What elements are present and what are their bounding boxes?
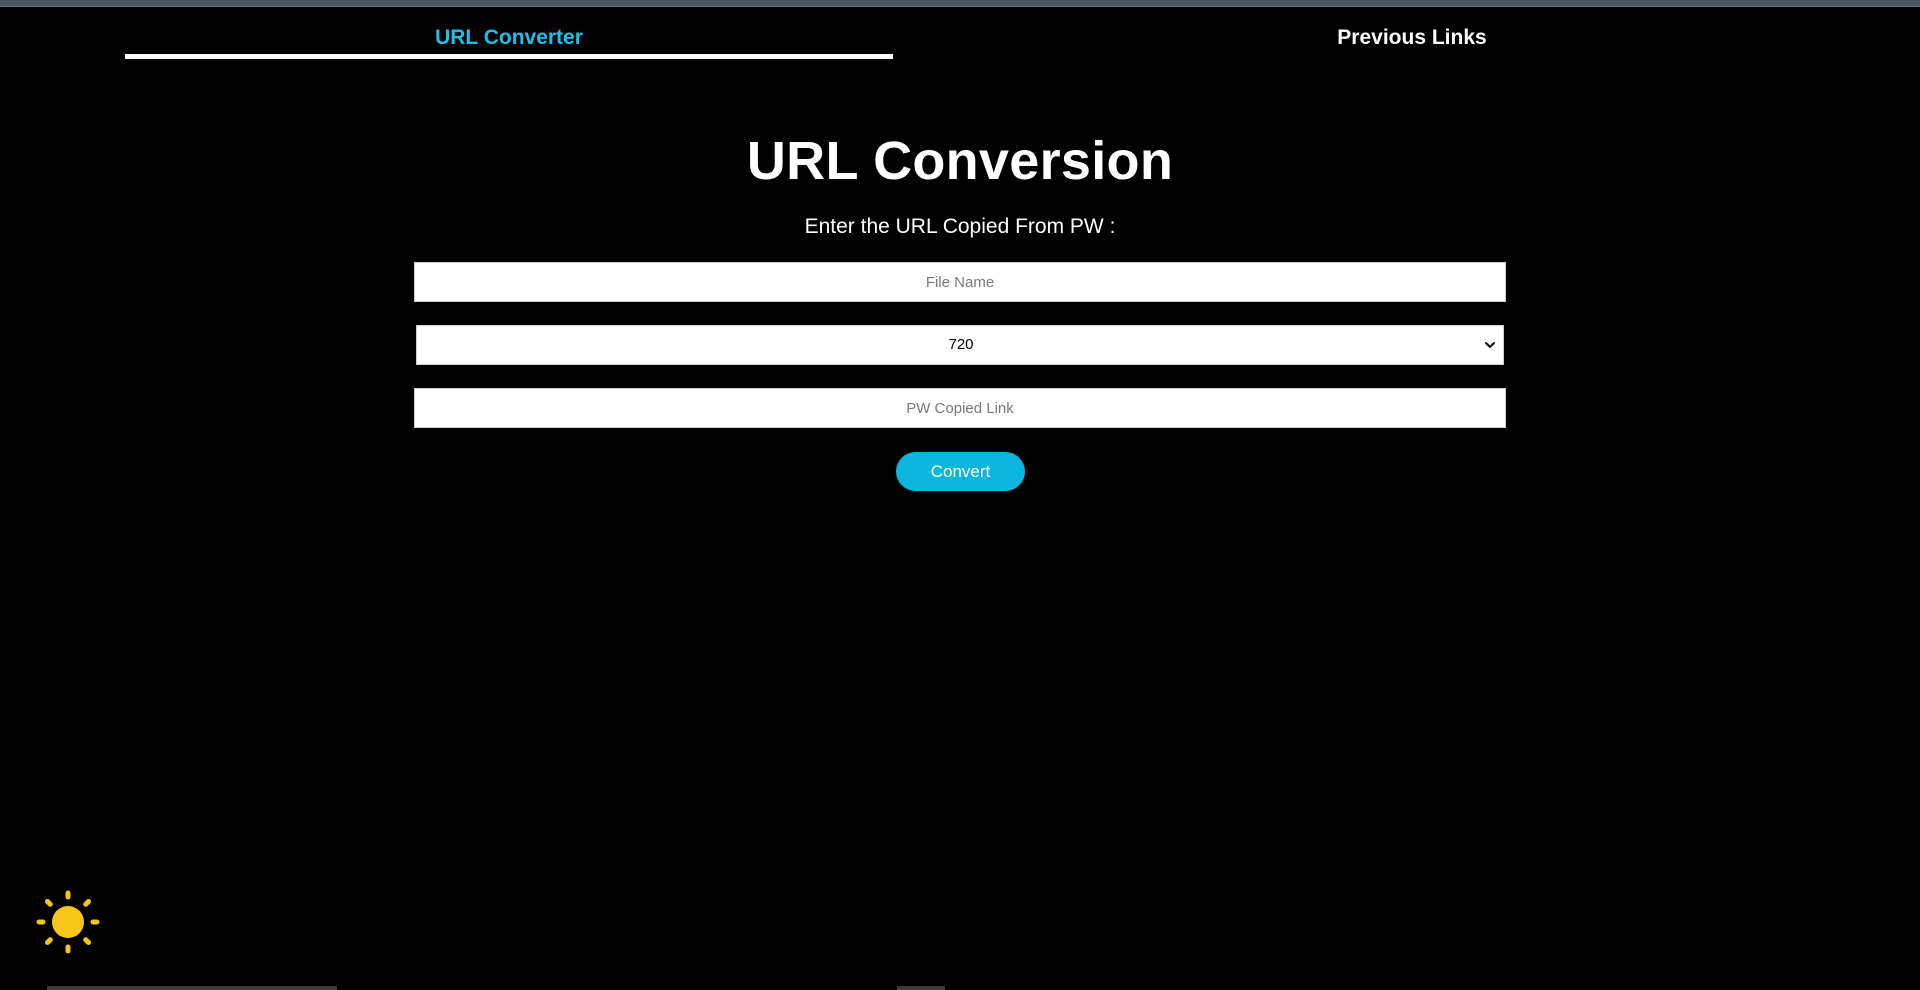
quality-select[interactable]: 720 <box>416 325 1504 365</box>
sun-icon[interactable] <box>34 888 102 956</box>
active-tab-indicator <box>125 54 893 59</box>
page-subtitle: Enter the URL Copied From PW : <box>804 215 1116 238</box>
quality-select-value: 720 <box>948 336 974 353</box>
convert-button[interactable]: Convert <box>896 452 1025 491</box>
tab-url-converter[interactable]: URL Converter <box>125 26 893 50</box>
page-title: URL Conversion <box>746 131 1174 191</box>
bottom-scroll-indicator <box>47 986 337 990</box>
chevron-down-icon <box>1485 342 1495 348</box>
bottom-scroll-indicator <box>897 986 945 990</box>
tab-previous-links[interactable]: Previous Links <box>1280 26 1544 50</box>
file-name-input[interactable] <box>414 262 1506 302</box>
tab-bar: URL Converter Previous Links <box>0 6 1920 62</box>
pw-link-input[interactable] <box>414 388 1506 428</box>
